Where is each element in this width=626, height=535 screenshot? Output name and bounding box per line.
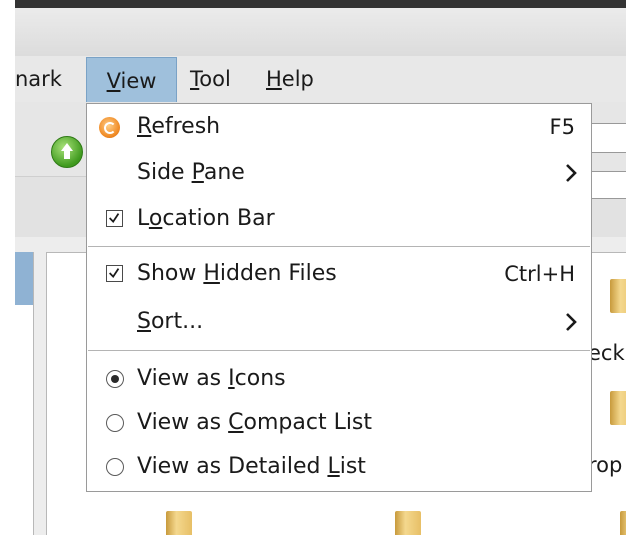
menu-item-show-hidden-files[interactable]: Show Hidden Files Ctrl+H (87, 252, 591, 300)
view-as-detailed-radio[interactable] (106, 458, 124, 476)
menu-item-view-as-icons[interactable]: View as Icons (87, 357, 591, 405)
menu-help[interactable]: Help (266, 56, 314, 102)
show-hidden-shortcut: Ctrl+H (504, 262, 575, 286)
folder-icon[interactable] (610, 391, 626, 425)
refresh-shortcut: F5 (549, 115, 575, 139)
menu-tool[interactable]: Tool (190, 56, 231, 102)
submenu-arrow-icon (566, 164, 577, 182)
menu-item-sort-label: Sort... (137, 309, 204, 334)
view-as-icons-radio[interactable] (106, 370, 124, 388)
path-bar-field[interactable] (590, 171, 626, 199)
view-as-compact-radio[interactable] (106, 414, 124, 432)
side-pane-selected-item[interactable] (15, 252, 33, 305)
view-menu: Refresh F5 Side Pane Location Bar Show H… (86, 103, 592, 492)
menu-view-mnemonic: V (106, 69, 121, 93)
menu-item-refresh-label: Refresh (137, 114, 221, 139)
title-bar[interactable] (15, 8, 626, 56)
menu-item-sort[interactable]: Sort... (87, 300, 591, 348)
menu-item-view-as-detailed-label: View as Detailed List (137, 454, 366, 479)
folder-icon[interactable] (395, 511, 421, 535)
menu-bar: nark View Tool Help (15, 56, 626, 103)
menu-item-location-bar[interactable]: Location Bar (87, 197, 591, 245)
go-up-icon[interactable] (51, 136, 83, 168)
menu-item-view-as-icons-label: View as Icons (137, 366, 286, 391)
show-hidden-checkbox[interactable] (106, 265, 123, 282)
folder-icon[interactable] (166, 511, 192, 535)
menu-item-view-as-detailed-list[interactable]: View as Detailed List (87, 445, 591, 493)
menu-item-refresh[interactable]: Refresh F5 (87, 105, 591, 153)
menu-item-location-bar-label: Location Bar (137, 206, 275, 231)
folder-icon[interactable] (620, 511, 626, 535)
menu-item-view-as-compact-list[interactable]: View as Compact List (87, 401, 591, 449)
menu-bookmark[interactable]: nark (15, 56, 62, 102)
window-border (15, 0, 626, 8)
menu-item-view-as-compact-label: View as Compact List (137, 410, 373, 435)
menu-tool-label: ool (199, 67, 231, 91)
menu-tool-mnemonic: T (190, 67, 200, 91)
menu-item-side-pane[interactable]: Side Pane (87, 151, 591, 199)
location-input[interactable] (590, 123, 626, 153)
location-bar-checkbox[interactable] (106, 210, 123, 227)
refresh-icon (99, 117, 120, 138)
menu-help-label: elp (281, 67, 314, 91)
menu-help-mnemonic: H (266, 67, 282, 91)
folder-icon[interactable] (610, 279, 626, 313)
menu-item-show-hidden-label: Show Hidden Files (137, 261, 337, 286)
file-label[interactable]: rop (588, 453, 622, 477)
menu-bookmark-label: nark (15, 67, 62, 91)
screen-background (0, 0, 15, 535)
menu-separator (88, 246, 590, 247)
submenu-arrow-icon (566, 313, 577, 331)
menu-separator (88, 350, 590, 351)
menu-view-label: iew (120, 69, 157, 93)
menu-view[interactable]: View (86, 57, 177, 103)
file-label[interactable]: eck (588, 341, 625, 365)
menu-item-side-pane-label: Side Pane (137, 160, 245, 185)
